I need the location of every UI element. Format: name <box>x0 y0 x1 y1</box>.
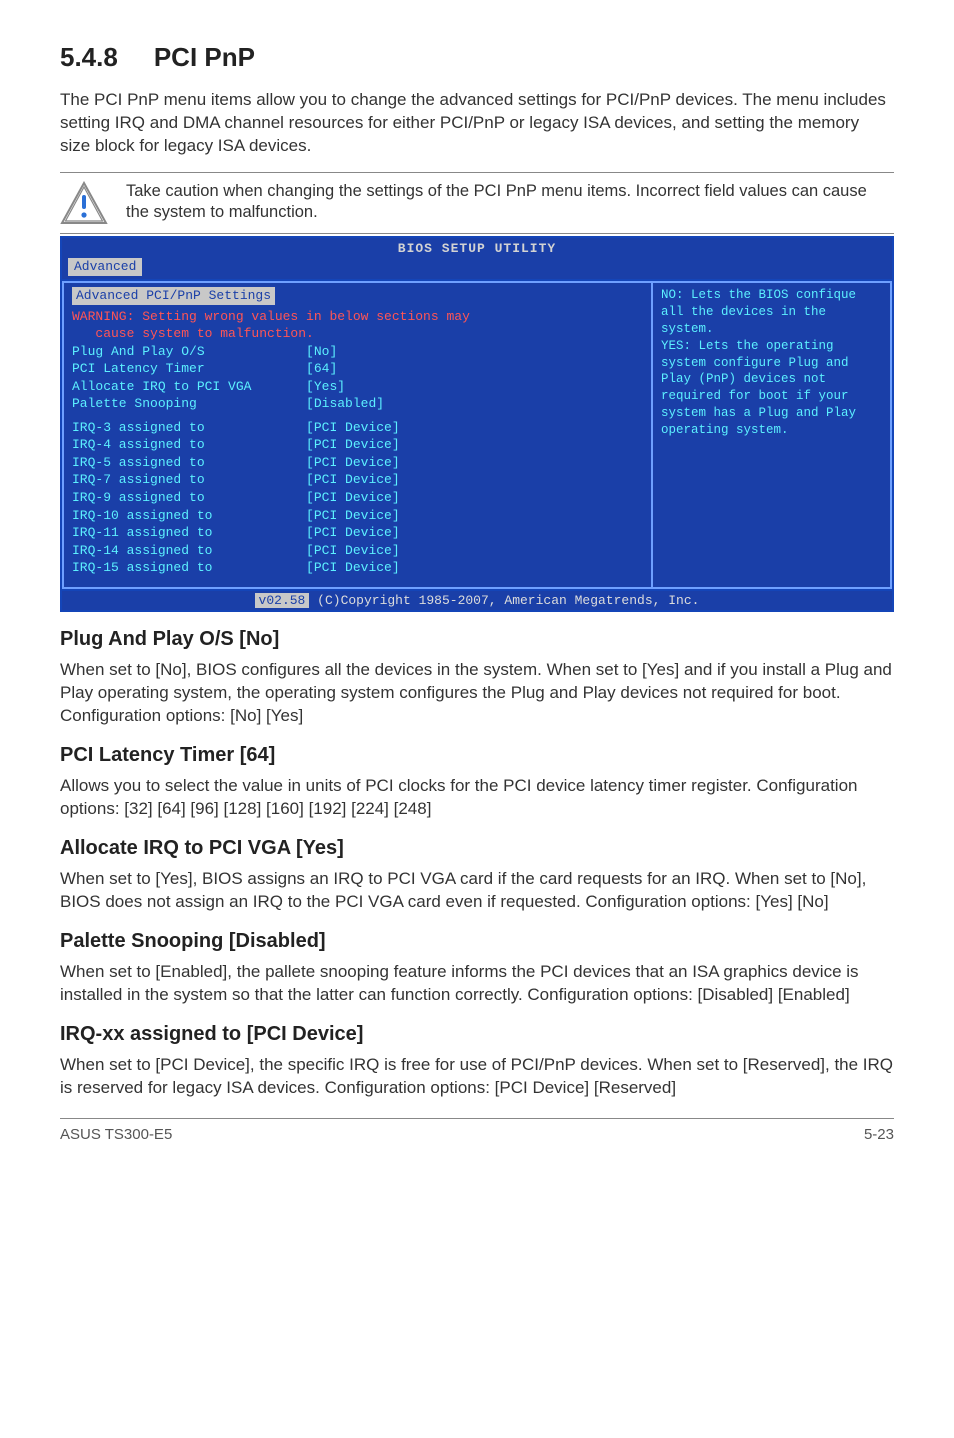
bios-copyright-text: (C)Copyright 1985-2007, American Megatre… <box>309 593 699 608</box>
section-number: 5.4.8 <box>60 40 118 75</box>
intro-paragraph: The PCI PnP menu items allow you to chan… <box>60 89 894 158</box>
subsection-body: Allows you to select the value in units … <box>60 775 894 821</box>
subsection-heading: PCI Latency Timer [64] <box>60 742 894 769</box>
subsection-body: When set to [Enabled], the pallete snoop… <box>60 961 894 1007</box>
subsection-heading: Palette Snooping [Disabled] <box>60 928 894 955</box>
bios-copyright: v02.58 (C)Copyright 1985-2007, American … <box>62 589 892 611</box>
bios-panel: BIOS SETUP UTILITY Advanced Advanced PCI… <box>60 236 894 612</box>
subsection-heading: IRQ-xx assigned to [PCI Device] <box>60 1021 894 1048</box>
bios-irq-row[interactable]: IRQ-9 assigned to [PCI Device] <box>72 489 643 507</box>
caution-text: Take caution when changing the settings … <box>126 181 894 224</box>
bios-left-pane: Advanced PCI/PnP Settings WARNING: Setti… <box>62 281 652 589</box>
section-heading: 5.4.8 PCI PnP <box>60 40 894 75</box>
bios-tab-bar: Advanced <box>62 258 892 279</box>
page-footer: ASUS TS300-E5 5-23 <box>60 1118 894 1145</box>
bios-irq-row[interactable]: IRQ-7 assigned to [PCI Device] <box>72 471 643 489</box>
bios-warning-line2: cause system to malfunction. <box>72 325 643 343</box>
bios-setting-row[interactable]: Allocate IRQ to PCI VGA [Yes] <box>72 378 643 396</box>
subsection-body: When set to [Yes], BIOS assigns an IRQ t… <box>60 868 894 914</box>
bios-irq-row[interactable]: IRQ-11 assigned to [PCI Device] <box>72 524 643 542</box>
bios-irq-row[interactable]: IRQ-5 assigned to [PCI Device] <box>72 454 643 472</box>
section-title: PCI PnP <box>154 42 255 72</box>
footer-right: 5-23 <box>864 1125 894 1145</box>
bios-tab-advanced[interactable]: Advanced <box>68 258 142 276</box>
bios-irq-row[interactable]: IRQ-3 assigned to [PCI Device] <box>72 419 643 437</box>
footer-left: ASUS TS300-E5 <box>60 1125 172 1145</box>
caution-icon <box>60 181 108 225</box>
bios-title: BIOS SETUP UTILITY <box>62 238 892 259</box>
bios-version: v02.58 <box>255 593 310 608</box>
subsection-body: When set to [No], BIOS configures all th… <box>60 659 894 728</box>
bios-irq-row[interactable]: IRQ-14 assigned to [PCI Device] <box>72 542 643 560</box>
bios-setting-row[interactable]: PCI Latency Timer [64] <box>72 360 643 378</box>
bios-panel-heading: Advanced PCI/PnP Settings <box>72 287 275 305</box>
subsection-heading: Allocate IRQ to PCI VGA [Yes] <box>60 835 894 862</box>
subsection-heading: Plug And Play O/S [No] <box>60 626 894 653</box>
bios-help-pane: NO: Lets the BIOS confique all the devic… <box>652 281 892 589</box>
bios-setting-row[interactable]: Palette Snooping [Disabled] <box>72 395 643 413</box>
bios-setting-row[interactable]: Plug And Play O/S [No] <box>72 343 643 361</box>
subsection-body: When set to [PCI Device], the specific I… <box>60 1054 894 1100</box>
bios-warning-line1: WARNING: Setting wrong values in below s… <box>72 308 643 326</box>
caution-block: Take caution when changing the settings … <box>60 172 894 234</box>
bios-irq-row[interactable]: IRQ-10 assigned to [PCI Device] <box>72 507 643 525</box>
bios-irq-row[interactable]: IRQ-15 assigned to [PCI Device] <box>72 559 643 577</box>
bios-irq-row[interactable]: IRQ-4 assigned to [PCI Device] <box>72 436 643 454</box>
